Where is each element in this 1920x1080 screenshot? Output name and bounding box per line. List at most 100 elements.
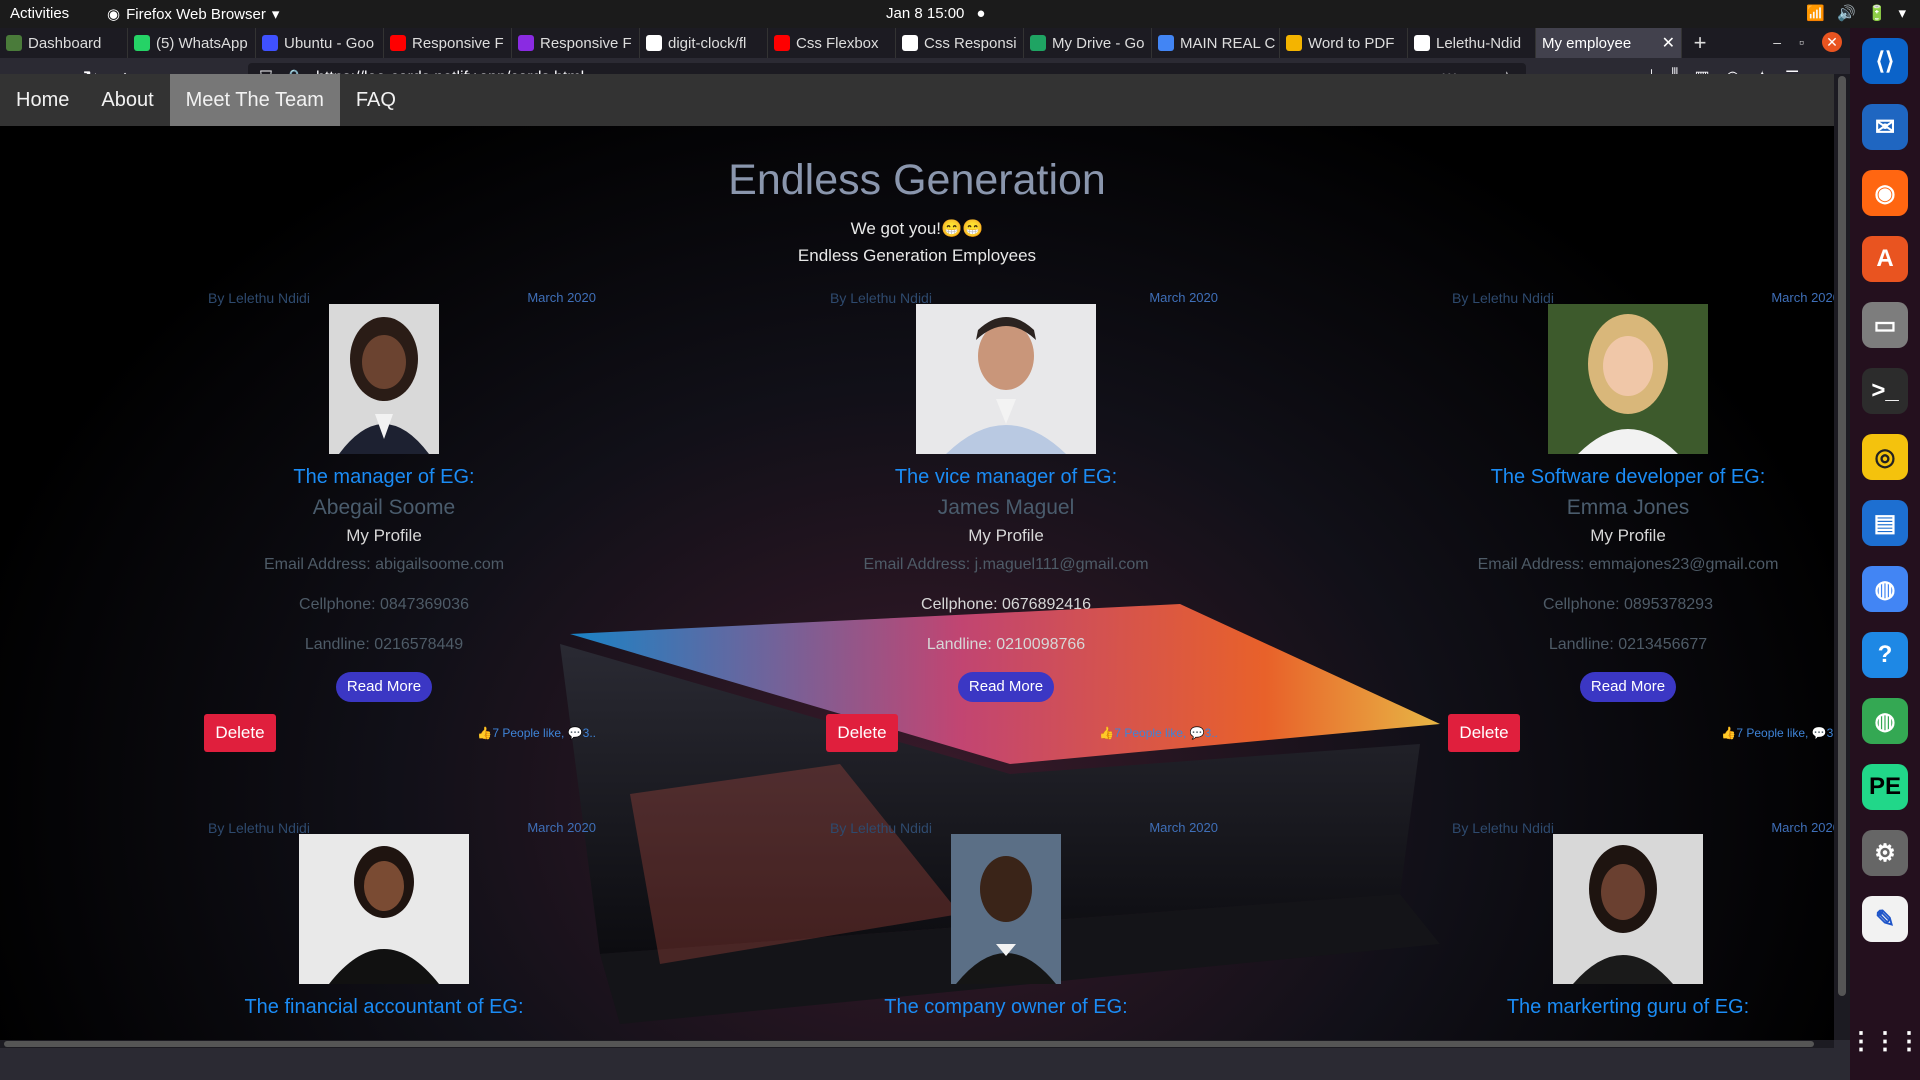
tab-favicon-icon (1414, 35, 1430, 51)
tab-favicon-icon (1030, 35, 1046, 51)
new-tab-button[interactable]: + (1682, 28, 1718, 58)
likes-count: 👍7 People like, 💬3.. (1099, 726, 1218, 740)
app-menu[interactable]: ◉ Firefox Web Browser ▾ (107, 5, 280, 24)
tab-my-employees[interactable]: My employee ✕ (1536, 28, 1682, 58)
tab-label: Ubuntu - Goo (284, 34, 375, 52)
close-tab-icon[interactable]: ✕ (1662, 33, 1675, 53)
restore-icon[interactable]: ▫ (1799, 34, 1804, 50)
subtitle: Endless Generation Employees (797, 246, 1037, 265)
tab-favicon-icon (902, 35, 918, 51)
employee-email: Email Address: j.maguel111@gmail.com (863, 556, 1149, 573)
scrollbar-thumb[interactable] (1838, 76, 1846, 996)
my-profile-label: My Profile (1590, 526, 1666, 545)
tab-favicon-icon (1286, 35, 1302, 51)
nav-home[interactable]: Home (0, 74, 85, 126)
libreoffice-writer-icon[interactable]: ▤ (1862, 500, 1908, 546)
scrollbar-thumb[interactable] (4, 1041, 1814, 1047)
web-page: Home About Meet The Team FAQ Endless Gen… (0, 74, 1834, 1040)
thunderbird-icon[interactable]: ✉ (1862, 104, 1908, 150)
employee-email: Email Address: abigailsoome.com (263, 556, 505, 573)
battery-icon: 🔋 (1867, 5, 1887, 22)
employee-role: The markerting guru of EG: (1506, 996, 1750, 1018)
chevron-down-icon: ▾ (271, 6, 280, 23)
tab-css-flexbox[interactable]: Css Flexbox (768, 28, 896, 58)
employee-landline: Landline: 0213456677 (1548, 636, 1708, 653)
tab-ubuntu-google[interactable]: Ubuntu - Goo (256, 28, 384, 58)
activities-button[interactable]: Activities (10, 5, 69, 22)
pycharm-icon[interactable]: PE (1862, 764, 1908, 810)
delete-button[interactable]: Delete (1448, 714, 1520, 752)
employee-email: Email Address: emmajones23@gmail.com (1477, 556, 1779, 573)
tab-label: My employee (1542, 34, 1632, 52)
show-apps-grid-icon[interactable]: ⋮⋮⋮ (1849, 1018, 1920, 1064)
minimize-icon[interactable]: – (1773, 34, 1781, 50)
card-author: By Lelethu Ndidi (830, 820, 932, 836)
employee-cellphone: Cellphone: 0847369036 (299, 596, 469, 613)
card-author: By Lelethu Ndidi (1452, 290, 1554, 306)
employee-cellphone: Cellphone: 0895378293 (1543, 596, 1713, 613)
os-top-bar: Activities ◉ Firefox Web Browser ▾ Jan 8… (0, 0, 1920, 28)
text-editor-icon[interactable]: ✎ (1862, 896, 1908, 942)
tab-favicon-icon (134, 35, 150, 51)
card-author: By Lelethu Ndidi (1452, 820, 1554, 836)
employee-photo (951, 834, 1061, 984)
employee-photo (1548, 304, 1708, 454)
delete-button[interactable]: Delete (204, 714, 276, 752)
settings-gear-icon[interactable]: ⚙ (1862, 830, 1908, 876)
employee-landline: Landline: 0216578449 (304, 636, 464, 653)
tab-favicon-icon (646, 35, 662, 51)
tab-digit-clock[interactable]: digit-clock/fl (640, 28, 768, 58)
firefox-icon[interactable]: ◉ (1862, 170, 1908, 216)
tab-label: Css Responsi (924, 34, 1017, 52)
employee-photo (916, 304, 1096, 454)
tab-favicon-icon (518, 35, 534, 51)
files-icon[interactable]: ▭ (1862, 302, 1908, 348)
tab-favicon-icon (262, 35, 278, 51)
desktop: Activities ◉ Firefox Web Browser ▾ Jan 8… (0, 0, 1920, 1080)
chrome-icon[interactable]: ◍ (1862, 698, 1908, 744)
employee-photo (299, 834, 469, 984)
tab-my-drive[interactable]: My Drive - Go (1024, 28, 1152, 58)
clock[interactable]: Jan 8 15:00 ● (886, 5, 985, 22)
vscode-icon[interactable]: ⟨⟩ (1862, 38, 1908, 84)
card-date: March 2020 (1771, 290, 1834, 305)
chrome-beta-icon[interactable]: ◍ (1862, 566, 1908, 612)
read-more-button[interactable]: Read More (958, 672, 1054, 702)
tab-css-responsive[interactable]: Css Responsi (896, 28, 1024, 58)
tab-label: Word to PDF (1308, 34, 1395, 52)
tab-responsive-2[interactable]: Responsive F (512, 28, 640, 58)
employee-landline: Landline: 0210098766 (926, 636, 1086, 653)
rhythmbox-icon[interactable]: ◎ (1862, 434, 1908, 480)
tab-word-to-pdf[interactable]: Word to PDF (1280, 28, 1408, 58)
tab-lelethu-github[interactable]: Lelethu-Ndid (1408, 28, 1536, 58)
read-more-button[interactable]: Read More (1580, 672, 1676, 702)
close-window-icon[interactable]: ✕ (1822, 32, 1842, 52)
tab-responsive-1[interactable]: Responsive F (384, 28, 512, 58)
tab-dashboard[interactable]: Dashboard (0, 28, 128, 58)
help-icon[interactable]: ? (1862, 632, 1908, 678)
notification-dot-icon: ● (976, 5, 986, 22)
nav-faq[interactable]: FAQ (340, 74, 412, 126)
vertical-scrollbar[interactable] (1834, 74, 1850, 1040)
delete-button[interactable]: Delete (826, 714, 898, 752)
tab-label: MAIN REAL C (1180, 34, 1276, 52)
site-nav: Home About Meet The Team FAQ (0, 74, 1834, 126)
tab-label: Dashboard (28, 34, 102, 52)
likes-count: 👍7 People like, 💬3.. (1721, 726, 1834, 740)
software-store-icon[interactable]: A (1862, 236, 1908, 282)
system-tray[interactable]: 📶 🔊 🔋 ▾ (1806, 4, 1906, 22)
horizontal-scrollbar[interactable] (0, 1040, 1834, 1048)
tab-whatsapp[interactable]: (5) WhatsApp (128, 28, 256, 58)
tab-main-real[interactable]: MAIN REAL C (1152, 28, 1280, 58)
hero: Endless Generation We got you!😁😁 Endless… (0, 156, 1834, 266)
employee-role: The manager of EG: (293, 466, 475, 488)
terminal-icon[interactable]: >_ (1862, 368, 1908, 414)
firefox-icon: ◉ (107, 6, 121, 23)
my-profile-label: My Profile (968, 526, 1044, 545)
read-more-button[interactable]: Read More (336, 672, 432, 702)
tab-favicon-icon (774, 35, 790, 51)
nav-meet-the-team[interactable]: Meet The Team (169, 74, 340, 126)
tab-favicon-icon (390, 35, 406, 51)
card-author: By Lelethu Ndidi (208, 820, 310, 836)
nav-about[interactable]: About (85, 74, 169, 126)
